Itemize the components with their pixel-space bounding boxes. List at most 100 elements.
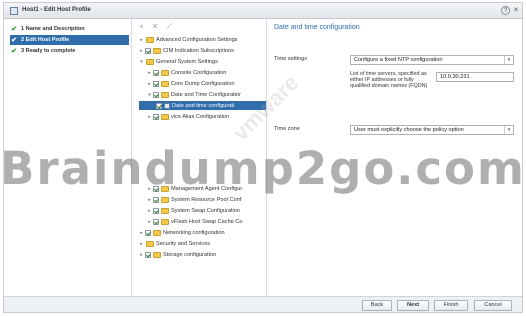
checkbox[interactable] [153, 80, 159, 87]
tree-node-label: System Swap Configuration [171, 207, 241, 214]
edit-host-profile-dialog: Host1 - Edit Host Profile ? ✕ ✔ 1 Name a… [3, 2, 523, 313]
tree-node-label: CIM Indication Subscriptions [163, 47, 234, 54]
expand-arrow-icon[interactable]: ▸ [147, 208, 152, 214]
step-edit-host-profile[interactable]: ✔ 2 Edit Host Profile [10, 35, 129, 45]
detail-title: Date and time configuration [274, 24, 360, 31]
collapse-arrow-icon[interactable]: ▾ [139, 59, 144, 65]
tree-node[interactable]: ▾ General System Settings [139, 57, 218, 66]
tree-node-label: General System Settings [156, 58, 218, 65]
expand-arrow-icon[interactable]: ▸ [139, 37, 144, 43]
tree-node-label: vFlash Host Swap Cache Co [171, 218, 243, 225]
tree-node[interactable]: ▾ Date and Time Configuratior [147, 90, 241, 99]
folder-icon [161, 113, 169, 120]
expand-arrow-icon[interactable]: ▸ [147, 70, 152, 76]
expand-arrow-icon[interactable]: ▸ [139, 230, 144, 236]
step-ready-to-complete[interactable]: ✔ 3 Ready to complete [10, 46, 129, 56]
back-button[interactable]: Back [362, 300, 392, 311]
tree-node-label: Management Agent Configur [171, 185, 243, 192]
title-bar[interactable]: Host1 - Edit Host Profile ? ✕ [4, 3, 522, 19]
collapse-arrow-icon[interactable]: ▾ [147, 92, 152, 98]
step-label: 3 Ready to complete [21, 48, 76, 54]
check-icon: ✔ [11, 37, 17, 44]
chevron-down-icon[interactable]: ▾ [504, 56, 513, 64]
folder-icon [146, 36, 154, 43]
tree-node[interactable]: ▸ vice Alias Configuration [147, 112, 229, 121]
folder-icon [153, 229, 161, 236]
next-button[interactable]: Next [397, 300, 429, 311]
tree-node-label: Networking configuration [163, 229, 225, 236]
profile-tree: + ✕ ⟋ ▸ Advanced Configuration Settings … [133, 19, 267, 298]
checkbox[interactable] [153, 113, 159, 120]
expand-arrow-icon[interactable]: ▸ [147, 114, 152, 120]
tree-node-label: Storage configuration [163, 251, 217, 258]
time-settings-label: Time settings [274, 56, 308, 62]
ntp-servers-input[interactable]: 10.0.30.231 [436, 72, 514, 82]
expand-arrow-icon[interactable]: ▸ [147, 219, 152, 225]
folder-icon [161, 196, 169, 203]
checkbox[interactable] [153, 207, 159, 214]
expand-arrow-icon[interactable]: ▸ [139, 241, 144, 247]
time-zone-select[interactable]: User must explicitly choose the policy o… [350, 125, 514, 135]
wizard-steps: ✔ 1 Name and Description ✔ 2 Edit Host P… [4, 19, 132, 298]
step-name-and-description[interactable]: ✔ 1 Name and Description [10, 24, 129, 34]
tree-node[interactable]: ▸ Networking configuration [139, 228, 225, 237]
window-title: Host1 - Edit Host Profile [22, 7, 91, 13]
policy-detail-pane: Date and time configuration Time setting… [268, 19, 522, 298]
profile-policy-icon [164, 102, 170, 109]
folder-icon [161, 69, 169, 76]
finish-button[interactable]: Finish [434, 300, 468, 311]
expand-arrow-icon[interactable]: ▸ [147, 186, 152, 192]
edit-icon[interactable]: ⟋ [166, 22, 172, 32]
folder-icon [146, 58, 154, 65]
remove-icon[interactable]: ✕ [152, 22, 159, 32]
tree-node-label: Date and Time Configuratior [171, 91, 241, 98]
tree-node-label: Console Configuration [171, 69, 227, 76]
tree-node[interactable]: ▸ Security and Services [139, 239, 210, 248]
checkbox[interactable] [145, 229, 151, 236]
folder-icon [153, 47, 161, 54]
tree-node[interactable]: ▸ Management Agent Configur [147, 184, 242, 193]
time-zone-value: User must explicitly choose the policy o… [354, 127, 464, 133]
checkbox[interactable] [145, 47, 151, 54]
tree-node[interactable]: ▸ Core Dump Configuration [147, 79, 234, 88]
folder-icon [161, 218, 169, 225]
tree-node-label: Security and Services [156, 240, 211, 247]
tree-node-label: vice Alias Configuration [171, 113, 230, 120]
checkbox[interactable] [153, 196, 159, 203]
tree-node[interactable]: ▸ System Resource Pool Conf [147, 195, 241, 204]
chevron-down-icon[interactable]: ▾ [504, 126, 513, 134]
expand-arrow-icon[interactable]: ▸ [147, 197, 152, 203]
time-settings-value: Configure a fixed NTP configuration [354, 57, 443, 63]
cancel-button[interactable]: Cancel [474, 300, 512, 311]
tree-node[interactable]: ▸ Console Configuration [147, 68, 226, 77]
tree-node[interactable]: ▸ System Swap Configuration [147, 206, 240, 215]
folder-icon [161, 91, 169, 98]
tree-node[interactable]: ▸ Advanced Configuration Settings [139, 35, 237, 44]
expand-arrow-icon[interactable]: ▸ [139, 48, 144, 54]
help-icon[interactable]: ? [501, 6, 510, 15]
tree-node-label: Core Dump Configuration [171, 80, 235, 87]
checkbox[interactable] [156, 102, 162, 109]
tree-node-selected[interactable]: Date and time configurati [139, 101, 266, 110]
expand-arrow-icon[interactable]: ▸ [147, 81, 152, 87]
time-settings-select[interactable]: Configure a fixed NTP configuration ▾ [350, 55, 514, 65]
time-zone-label: Time zone [274, 126, 300, 132]
checkbox[interactable] [153, 69, 159, 76]
close-icon[interactable]: ✕ [513, 6, 519, 15]
folder-icon [153, 251, 161, 258]
tree-node-label: System Resource Pool Conf [171, 196, 242, 203]
expand-arrow-icon[interactable]: ▸ [139, 252, 144, 258]
tree-node[interactable]: ▸ Storage configuration [139, 250, 216, 259]
folder-icon [161, 185, 169, 192]
tree-node[interactable]: ▸ CIM Indication Subscriptions [139, 46, 234, 55]
checkbox[interactable] [153, 218, 159, 225]
host-profile-icon [10, 7, 18, 15]
checkbox[interactable] [153, 185, 159, 192]
checkbox[interactable] [145, 251, 151, 258]
step-label: 1 Name and Description [21, 26, 85, 32]
checkbox[interactable] [153, 91, 159, 98]
dialog-footer: Back Next Finish Cancel [4, 296, 522, 312]
check-icon: ✔ [11, 26, 17, 33]
tree-node[interactable]: ▸ vFlash Host Swap Cache Co [147, 217, 243, 226]
add-icon[interactable]: + [139, 22, 144, 32]
